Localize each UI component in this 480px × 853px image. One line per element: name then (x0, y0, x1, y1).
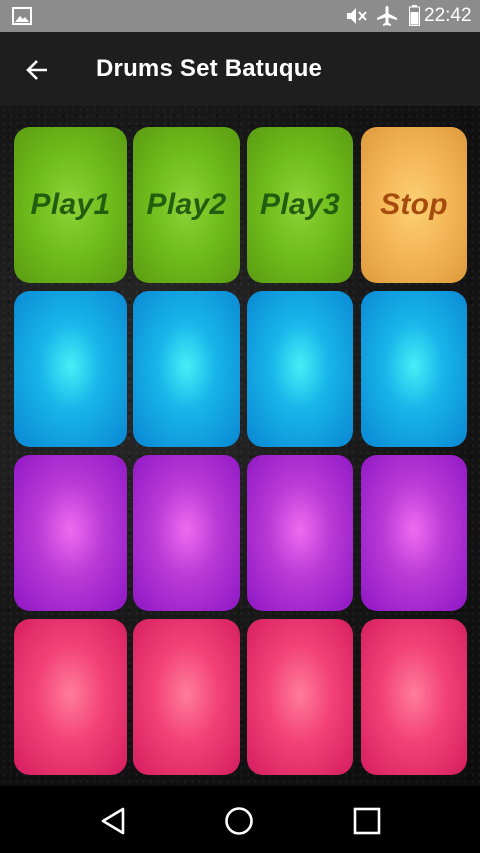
pad-label: Play3 (260, 188, 340, 221)
pad-label: Play2 (146, 188, 227, 221)
pad-r1-c2[interactable]: Play2 (133, 127, 240, 283)
pad-r2-c3[interactable] (247, 291, 353, 447)
battery-icon (409, 5, 420, 26)
pad-label: Stop (380, 188, 448, 221)
pad-label: Play1 (30, 188, 111, 221)
nav-home-button[interactable] (219, 801, 259, 841)
pad-grid: Play1 Play2 Play3 Stop (0, 106, 480, 786)
pad-r2-c1[interactable] (14, 291, 127, 447)
back-arrow-icon (26, 60, 47, 80)
status-bar: 22:42 (0, 0, 480, 32)
airplane-mode-icon (377, 6, 397, 26)
app-bar: Drums Set Batuque (0, 32, 480, 106)
navigation-bar (0, 786, 480, 853)
pad-r3-c4[interactable] (361, 455, 467, 611)
pad-r4-c4[interactable] (361, 619, 467, 775)
pad-r1-c4[interactable]: Stop (361, 127, 467, 283)
pad-r1-c1[interactable]: Play1 (14, 127, 127, 283)
pad-r4-c2[interactable] (133, 619, 240, 775)
pad-r2-c4[interactable] (361, 291, 467, 447)
nav-recents-button[interactable] (347, 801, 387, 841)
image-icon (12, 7, 32, 25)
nav-back-icon (101, 807, 125, 835)
nav-recents-icon (353, 807, 381, 835)
back-button[interactable] (14, 47, 60, 93)
page-title: Drums Set Batuque (96, 55, 323, 82)
nav-back-button[interactable] (93, 801, 133, 841)
status-time: 22:42 (424, 5, 472, 26)
pad-r1-c3[interactable]: Play3 (247, 127, 353, 283)
pad-r4-c3[interactable] (247, 619, 353, 775)
pad-r3-c3[interactable] (247, 455, 353, 611)
pad-r2-c2[interactable] (133, 291, 240, 447)
pad-r3-c2[interactable] (133, 455, 240, 611)
pad-r3-c1[interactable] (14, 455, 127, 611)
nav-home-icon (225, 807, 253, 835)
pad-r4-c1[interactable] (14, 619, 127, 775)
mute-icon (347, 8, 367, 24)
